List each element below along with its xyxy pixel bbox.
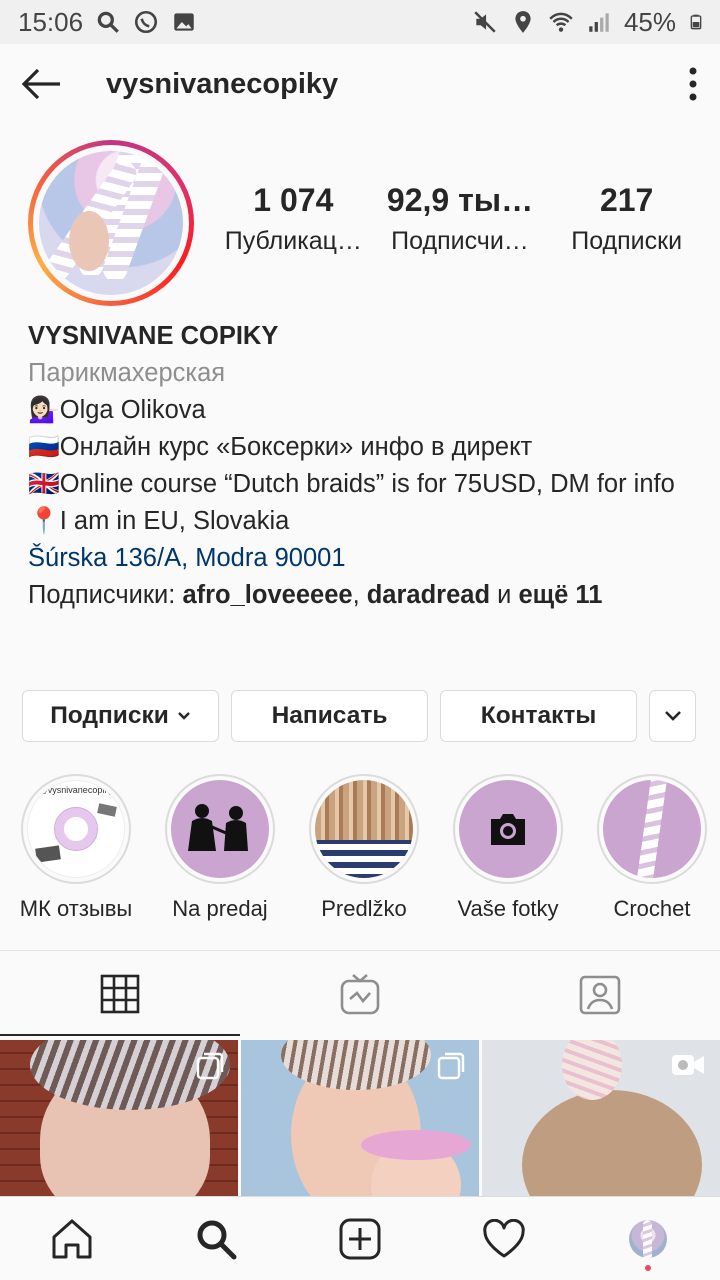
more-options-icon[interactable] [688,66,698,102]
battery-icon [690,14,702,30]
highlight-item[interactable]: Predlžko [292,774,436,922]
highlight-item[interactable]: Crochet [580,774,720,922]
profile-avatar-small [629,1219,667,1258]
story-highlights: @vysnivanecopiky МК отзывы Na predaj Pre… [0,774,720,924]
whatsapp-icon [135,10,158,34]
chevron-down-icon [177,712,190,720]
tagged-icon [579,975,621,1014]
profile-stats: 1 074 Публикац… 92,9 ты… Подписчи… 217 П… [210,182,710,256]
contacts-button[interactable]: Контакты [440,690,637,742]
mutual-followers-prefix: Подписчики: [28,581,183,609]
braid-graphic [636,780,668,878]
highlight-label: Vaše fotky [457,896,559,921]
following-button-label: Подписки [50,702,169,729]
chevron-down-icon [664,711,681,721]
profile-avatar [39,151,183,295]
highlight-item[interactable]: Na predaj [148,774,292,922]
post-thumbnail[interactable] [0,1040,238,1196]
highlight-cover-text: @vysnivanecopiky [38,785,114,795]
profile-address-link[interactable]: Šúrska 136/A, Modra 90001 [28,540,698,577]
profile-category: Парикмахерская [28,359,226,387]
bio-line: 🇬🇧Online course “Dutch braids” is for 75… [28,470,675,498]
profile-username: vysnivanecopiky [106,67,339,100]
tab-tagged[interactable] [480,951,720,1036]
nav-home[interactable] [42,1209,102,1269]
stat-posts[interactable]: 1 074 Публикац… [213,182,373,256]
nav-profile[interactable] [618,1209,678,1271]
mutual-followers-more: ещё 11 [518,581,603,609]
mutual-followers-sep: , [352,581,367,609]
carousel-icon [196,1052,224,1080]
mutual-followers[interactable]: Подписчики: afro_loveeeee, daradread и е… [28,577,698,614]
tab-posts-grid[interactable] [0,951,240,1036]
signal-icon [589,13,609,32]
bio-line: 📍I am in EU, Slovakia [28,507,290,535]
followers-label: Подписчи… [391,227,529,255]
notification-dot [645,1264,651,1271]
stat-followers[interactable]: 92,9 ты… Подписчи… [380,182,540,256]
posts-grid [0,1040,720,1196]
igtv-icon [340,973,380,1014]
highlight-item[interactable]: @vysnivanecopiky МК отзывы [4,774,148,922]
posts-count: 1 074 [253,182,334,218]
mutual-follower-2: daradread [366,581,491,609]
post-thumbnail[interactable] [241,1040,479,1196]
profile-avatar-story-ring[interactable] [28,140,194,306]
carousel-icon [437,1052,465,1080]
followers-count: 92,9 ты… [386,182,534,218]
mutual-follower-1: afro_loveeeee [182,581,353,609]
stat-following[interactable]: 217 Подписки [547,182,707,256]
gallery-icon [174,13,194,31]
search-icon [197,1220,237,1259]
profile-actions: Подписки Написать Контакты [22,690,698,742]
highlight-cover [603,780,701,878]
heart-icon [483,1218,525,1257]
post-thumbnail[interactable] [482,1040,720,1196]
camera-icon [491,814,525,845]
following-count: 217 [599,182,654,218]
bio-line: 🇷🇺Онлайн курс «Боксерки» инфо в директ [28,433,533,461]
following-button[interactable]: Подписки [22,690,219,742]
top-nav: vysnivanecopiky [0,44,720,124]
grid-icon [100,974,140,1013]
highlight-label: МК отзывы [19,896,133,921]
highlight-label: Na predaj [172,896,268,921]
bottom-nav [0,1196,720,1280]
mutual-followers-and: и [490,581,519,609]
mute-icon [474,11,496,33]
profile-tabs [0,950,720,1036]
location-icon [515,11,531,33]
nav-search[interactable] [186,1209,246,1269]
message-button[interactable]: Написать [231,690,428,742]
highlight-label: Predlžko [321,896,407,921]
highlight-cover [171,780,269,878]
back-arrow-icon[interactable] [20,62,64,106]
highlight-cover [315,780,413,878]
highlight-cover: @vysnivanecopiky [27,780,125,878]
battery-text: 45% [623,6,676,37]
nav-activity[interactable] [474,1209,534,1269]
nav-new-post[interactable] [330,1209,390,1269]
suggested-accounts-button[interactable] [649,690,696,742]
bio-line: 💁🏻‍♀️Olga Olikova [28,396,206,424]
profile-display-name: VYSNIVANE COPIKY [28,322,279,350]
highlight-item[interactable]: Vaše fotky [436,774,580,922]
new-post-icon [339,1218,381,1259]
wifi-icon [549,12,573,32]
status-time: 15:06 [18,6,84,37]
video-icon [672,1055,704,1075]
posts-label: Публикац… [224,227,362,255]
status-bar: 15:06 45% [0,0,720,44]
profile-bio: VYSNIVANE COPIKY Парикмахерская 💁🏻‍♀️Olg… [28,318,698,614]
highlight-label: Crochet [613,896,691,921]
home-icon [52,1219,92,1258]
tab-igtv[interactable] [240,951,480,1036]
highlight-cover [459,780,557,878]
search-status-icon [97,11,119,33]
following-label: Подписки [571,227,683,255]
braiding-silhouette-icon [188,804,248,851]
